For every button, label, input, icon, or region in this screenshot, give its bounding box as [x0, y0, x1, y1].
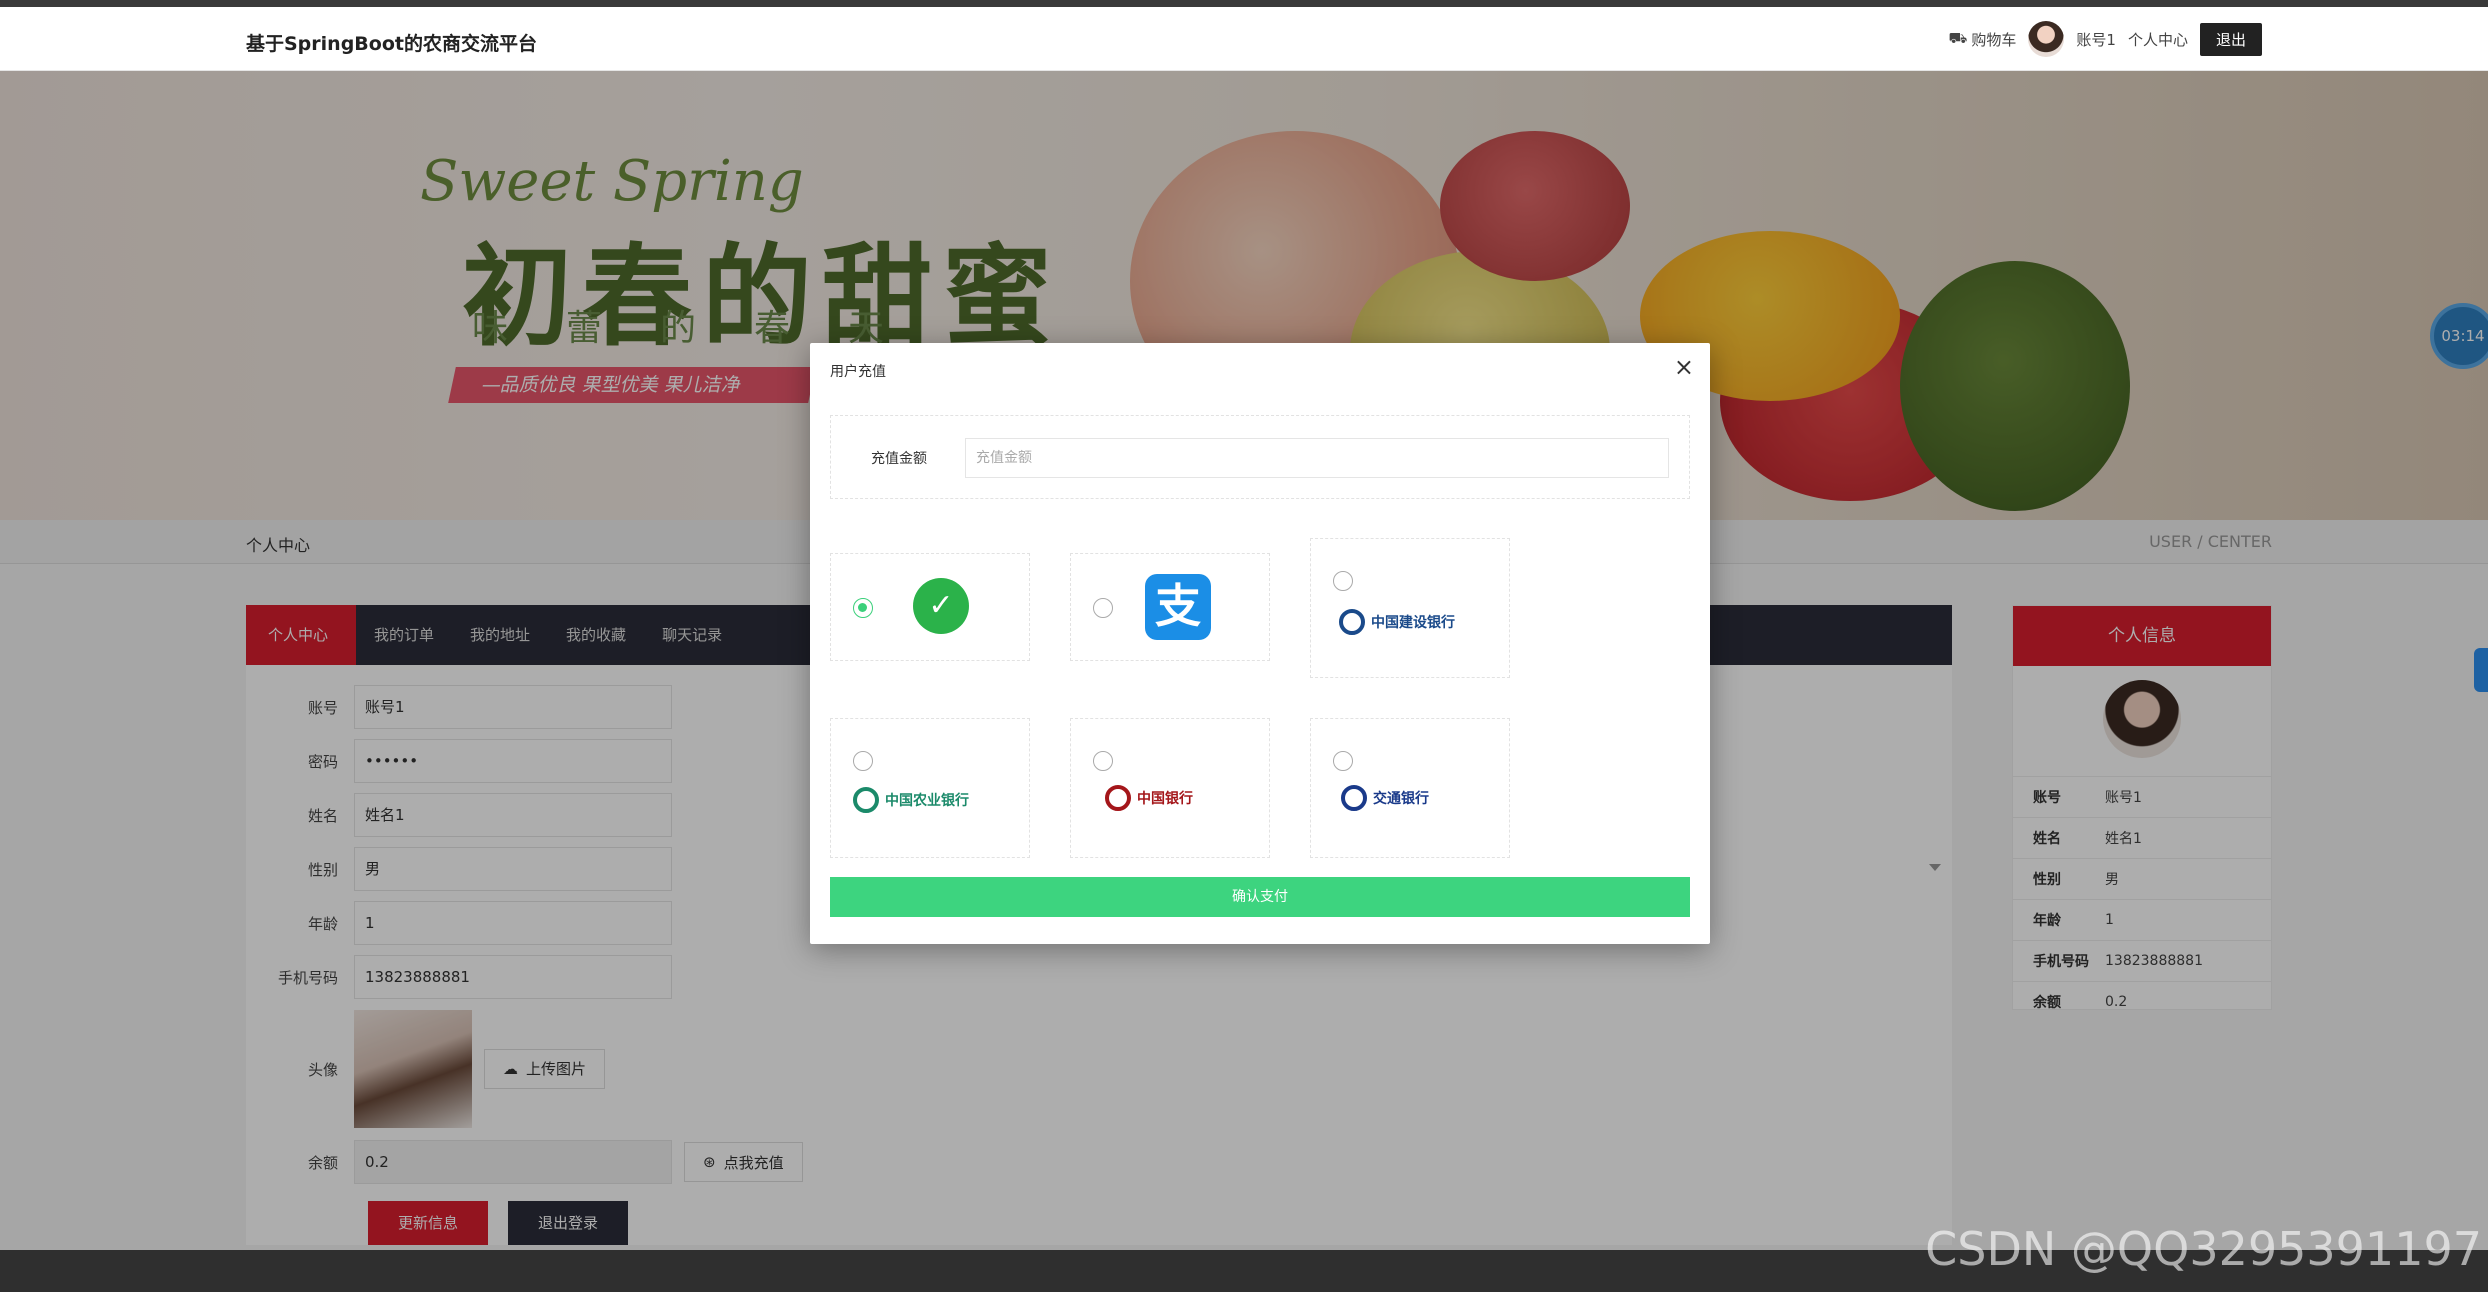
pay-option-alipay[interactable]: 支	[1070, 553, 1270, 661]
window-top-strip	[0, 0, 2488, 7]
site-header: 基于SpringBoot的农商交流平台 ⛟ 购物车 账号1 个人中心 退出	[0, 7, 2488, 71]
radio-bocom[interactable]	[1333, 751, 1353, 771]
recharge-dialog: 用户充值 × 充值金额 充值金额 ✓ 支 中国建设银行 中国农业银行 中国银行	[810, 343, 1710, 944]
cart-icon: ⛟	[1948, 29, 1968, 47]
abc-mark-icon	[853, 787, 879, 813]
radio-boc[interactable]	[1093, 751, 1113, 771]
boc-logo: 中国银行	[1105, 785, 1193, 811]
dialog-title: 用户充值	[830, 364, 886, 380]
cart-link[interactable]: ⛟ 购物车	[1949, 29, 2017, 50]
pay-option-boc[interactable]: 中国银行	[1070, 718, 1270, 858]
site-title: 基于SpringBoot的农商交流平台	[246, 33, 537, 55]
radio-ccb[interactable]	[1333, 571, 1353, 591]
radio-abc[interactable]	[853, 751, 873, 771]
username[interactable]: 账号1	[2076, 29, 2116, 50]
user-center-link[interactable]: 个人中心	[2128, 29, 2188, 50]
pay-option-ccb[interactable]: 中国建设银行	[1310, 538, 1510, 678]
wechat-pay-icon: ✓	[913, 578, 969, 634]
boc-name: 中国银行	[1137, 791, 1193, 807]
ccb-mark-icon	[1339, 609, 1365, 635]
close-icon[interactable]: ×	[1674, 353, 1694, 381]
ccb-logo: 中国建设银行	[1339, 609, 1455, 635]
header-right: ⛟ 购物车 账号1 个人中心 退出	[1949, 21, 2262, 57]
confirm-pay-button[interactable]: 确认支付	[830, 877, 1690, 917]
abc-logo: 中国农业银行	[853, 787, 969, 813]
pay-option-wechat[interactable]: ✓	[830, 553, 1030, 661]
bocom-mark-icon	[1341, 785, 1367, 811]
alipay-icon: 支	[1145, 574, 1211, 640]
radio-wechat[interactable]	[853, 598, 873, 618]
radio-alipay[interactable]	[1093, 598, 1113, 618]
bocom-name: 交通银行	[1373, 791, 1429, 807]
csdn-watermark: CSDN @QQ3295391197	[1925, 1222, 2482, 1276]
amount-label: 充值金额	[871, 451, 927, 467]
ccb-name: 中国建设银行	[1371, 615, 1455, 631]
boc-mark-icon	[1105, 785, 1131, 811]
logout-button[interactable]: 退出	[2199, 22, 2262, 56]
cart-label: 购物车	[1971, 30, 2017, 49]
amount-section: 充值金额 充值金额	[830, 415, 1690, 499]
pay-option-bocom[interactable]: 交通银行	[1310, 718, 1510, 858]
user-avatar[interactable]	[2028, 21, 2065, 57]
bocom-logo: 交通银行	[1341, 785, 1429, 811]
abc-name: 中国农业银行	[885, 793, 969, 809]
pay-option-abc[interactable]: 中国农业银行	[830, 718, 1030, 858]
amount-input[interactable]: 充值金额	[965, 438, 1669, 478]
